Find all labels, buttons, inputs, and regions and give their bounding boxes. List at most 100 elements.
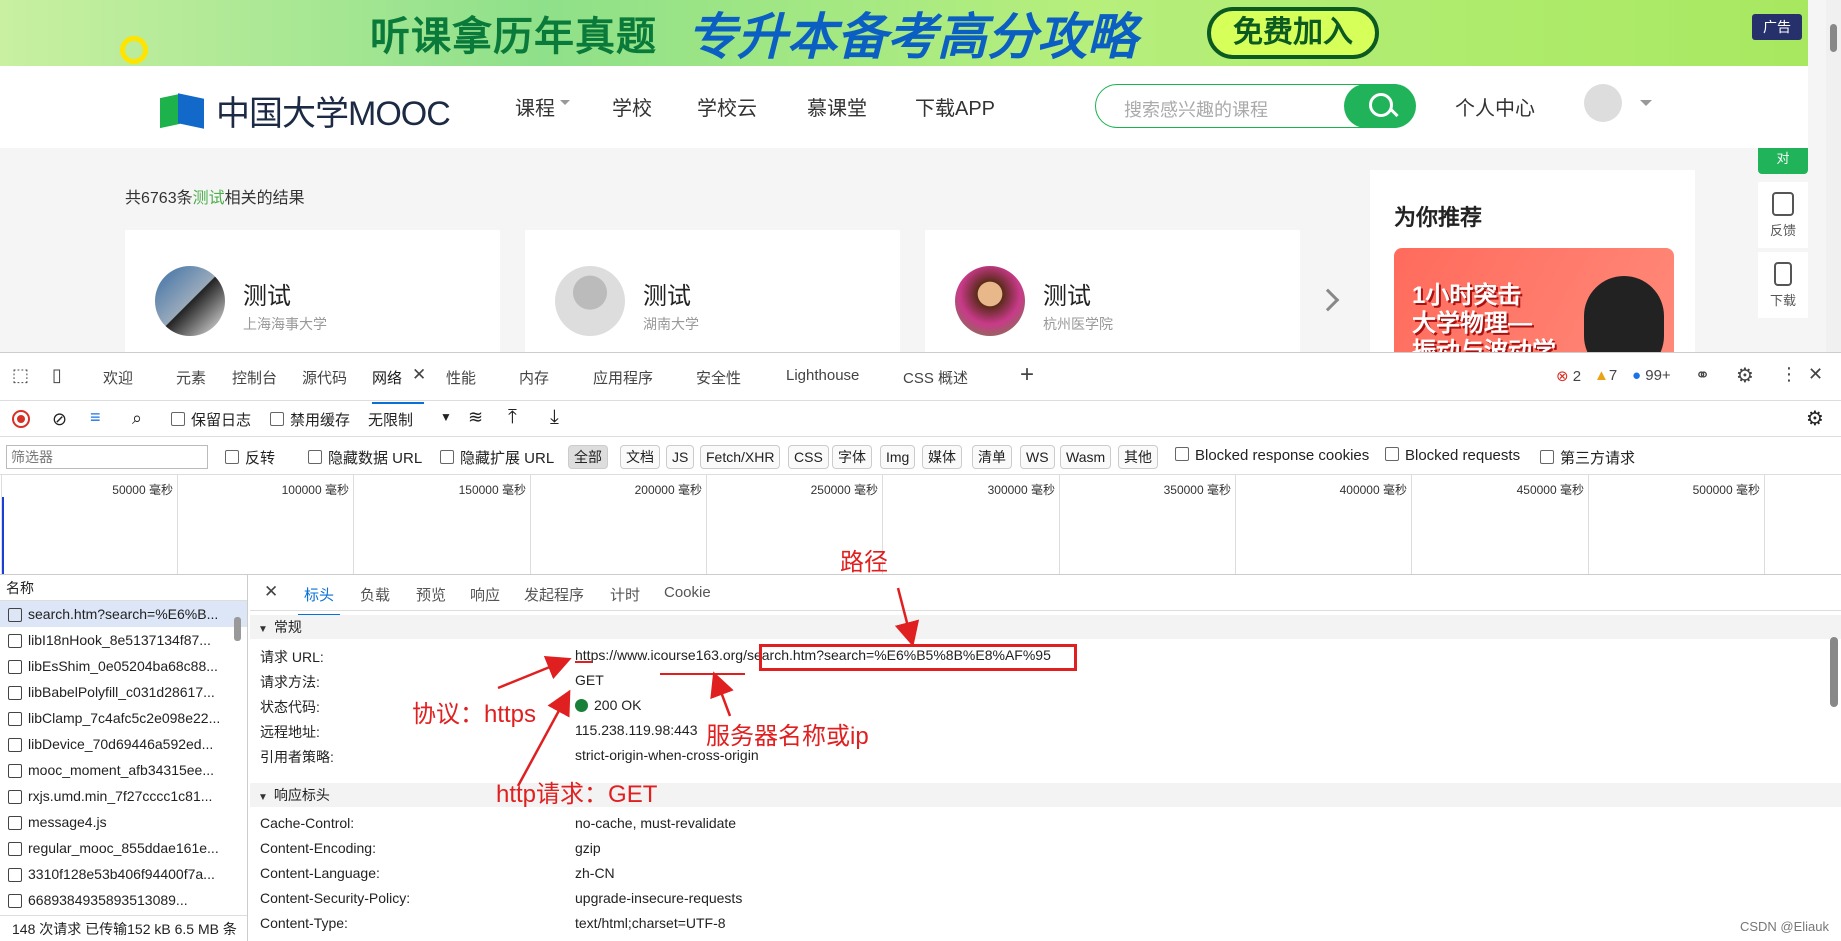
tab-console[interactable]: 控制台 [232, 367, 277, 388]
add-tab-icon[interactable]: + [1020, 361, 1034, 389]
message-count[interactable]: ● 99+ [1632, 367, 1671, 384]
gear-icon[interactable]: ⚙ [1736, 363, 1754, 388]
close-devtools-icon[interactable]: ✕ [1808, 364, 1823, 385]
list-item[interactable]: 6689384935893513089... [0, 887, 247, 913]
scrollbar-thumb[interactable] [1830, 637, 1838, 707]
tab-css-overview[interactable]: CSS 概述 [903, 367, 968, 388]
download-icon[interactable]: ⤓ [550, 406, 559, 429]
chevron-right-icon[interactable] [1317, 289, 1340, 312]
warning-count[interactable]: ▲7 [1594, 367, 1617, 384]
avatar[interactable] [1584, 84, 1622, 122]
inspect-icon[interactable]: ⬚ [12, 365, 29, 386]
wifi-settings-icon[interactable]: ≋ [468, 407, 483, 428]
download-button[interactable]: 下载 [1758, 252, 1808, 318]
tab-memory[interactable]: 内存 [519, 367, 549, 388]
list-item[interactable]: message4.js [0, 809, 247, 835]
close-details-icon[interactable]: ✕ [264, 582, 278, 602]
list-item[interactable]: libDevice_70d69446a592ed... [0, 731, 247, 757]
upload-icon[interactable]: ⤒ [508, 406, 517, 429]
chevron-down-icon[interactable]: ▼ [440, 410, 452, 424]
tab-cookie[interactable]: Cookie [664, 584, 711, 601]
nav-school-cloud[interactable]: 学校云 [697, 92, 757, 121]
site-search-input[interactable]: 搜索感兴趣的课程 [1124, 96, 1268, 122]
tab-timing[interactable]: 计时 [610, 584, 640, 605]
recommend-banner[interactable]: 1小时突击 大学物理— 振动与波动学 [1394, 248, 1674, 352]
hide-data-url-checkbox[interactable]: 隐藏数据 URL [308, 447, 422, 468]
preserve-log-checkbox[interactable]: 保留日志 [171, 409, 251, 430]
list-item[interactable]: libI18nHook_8e5137134f87... [0, 627, 247, 653]
third-party-checkbox[interactable]: 第三方请求 [1540, 447, 1635, 468]
tab-welcome[interactable]: 欢迎 [103, 367, 133, 388]
list-item[interactable]: rxjs.umd.min_7f27cccc1c81... [0, 783, 247, 809]
rail-top-button[interactable]: 对 [1758, 148, 1808, 174]
personal-center-link[interactable]: 个人中心 [1455, 92, 1535, 121]
scrollbar-thumb[interactable] [234, 617, 241, 641]
filter-ws[interactable]: WS [1020, 445, 1055, 469]
tab-payload[interactable]: 负载 [360, 584, 390, 605]
list-item[interactable]: search.htm?search=%E6%B... [0, 601, 247, 627]
list-item[interactable]: 3310f128e53b406f94400f7a... [0, 861, 247, 887]
filter-fetch-xhr[interactable]: Fetch/XHR [700, 445, 780, 469]
filter-font[interactable]: 字体 [832, 445, 872, 469]
section-response-headers[interactable]: 响应标头 [250, 783, 1841, 807]
filter-js[interactable]: JS [666, 445, 694, 469]
list-item[interactable]: libBabelPolyfill_c031d28617... [0, 679, 247, 705]
tab-performance[interactable]: 性能 [446, 367, 476, 388]
hide-extension-url-checkbox[interactable]: 隐藏扩展 URL [440, 447, 554, 468]
tab-response[interactable]: 响应 [470, 584, 500, 605]
filter-input[interactable]: 筛选器 [6, 445, 208, 469]
tab-network[interactable]: 网络 [372, 367, 402, 388]
site-logo[interactable]: 中国大学MOOC [160, 86, 450, 135]
list-item[interactable]: libClamp_7c4afc5c2e098e22... [0, 705, 247, 731]
feedback-button[interactable]: 反馈 [1758, 182, 1808, 248]
teacher-card[interactable]: 测试 杭州医学院 [925, 230, 1300, 352]
invert-checkbox[interactable]: 反转 [225, 447, 275, 468]
list-item[interactable]: libEsShim_0e05204ba68c88... [0, 653, 247, 679]
scrollbar-thumb[interactable] [1830, 24, 1837, 52]
tab-initiator[interactable]: 发起程序 [524, 584, 584, 605]
filter-other[interactable]: 其他 [1118, 445, 1158, 469]
ad-banner[interactable]: 听课拿历年真题 专升本备考高分攻略 免费加入 广告 [0, 0, 1808, 66]
blocked-requests-checkbox[interactable]: Blocked requests [1385, 447, 1520, 464]
tab-elements[interactable]: 元素 [176, 367, 206, 388]
timeline-overview[interactable]: 50000 毫秒 100000 毫秒 150000 毫秒 200000 毫秒 2… [0, 475, 1841, 575]
list-item[interactable]: regular_mooc_855ddae161e... [0, 835, 247, 861]
disable-cache-checkbox[interactable]: 禁用缓存 [270, 409, 350, 430]
connect-icon[interactable]: ⚭ [1695, 365, 1710, 386]
clear-icon[interactable]: ⊘ [52, 409, 67, 430]
teacher-card[interactable]: 测试 湖南大学 [525, 230, 900, 352]
record-icon[interactable] [12, 410, 30, 428]
nav-download-app[interactable]: 下载APP [915, 92, 995, 121]
request-list-scrollbar[interactable] [232, 607, 242, 897]
details-scrollbar[interactable] [1829, 637, 1839, 937]
filter-all[interactable]: 全部 [568, 445, 608, 469]
teacher-card[interactable]: 测试 上海海事大学 [125, 230, 500, 352]
error-count[interactable]: ⊗ 2 [1556, 367, 1581, 385]
nav-courses[interactable]: 课程 [515, 92, 555, 121]
filter-doc[interactable]: 文档 [620, 445, 660, 469]
list-item[interactable]: mooc_moment_afb34315ee... [0, 757, 247, 783]
blocked-cookies-checkbox[interactable]: Blocked response cookies [1175, 447, 1369, 464]
tab-headers[interactable]: 标头 [304, 584, 334, 605]
tab-lighthouse[interactable]: Lighthouse [786, 367, 859, 384]
tab-preview[interactable]: 预览 [416, 584, 446, 605]
nav-schools[interactable]: 学校 [612, 92, 652, 121]
filter-icon[interactable]: ≡ [90, 407, 101, 428]
more-icon[interactable]: ⋮ [1780, 364, 1798, 385]
nav-mooc-class[interactable]: 慕课堂 [807, 92, 867, 121]
page-scrollbar[interactable] [1826, 0, 1841, 352]
search-icon[interactable] [1344, 84, 1416, 128]
section-general[interactable]: 常规 [250, 615, 1841, 639]
request-list-header[interactable]: 名称 [0, 575, 247, 601]
tab-application[interactable]: 应用程序 [593, 367, 653, 388]
search-icon[interactable]: ⌕ [132, 408, 142, 429]
tab-security[interactable]: 安全性 [696, 367, 741, 388]
throttle-select[interactable]: 无限制 [368, 409, 413, 430]
filter-wasm[interactable]: Wasm [1060, 445, 1111, 469]
device-toolbar-icon[interactable]: ▯ [52, 365, 62, 386]
network-settings-gear-icon[interactable]: ⚙ [1806, 406, 1824, 431]
tab-sources[interactable]: 源代码 [302, 367, 347, 388]
filter-css[interactable]: CSS [788, 445, 829, 469]
ad-join-button[interactable]: 免费加入 [1207, 7, 1379, 59]
filter-manifest[interactable]: 清单 [972, 445, 1012, 469]
